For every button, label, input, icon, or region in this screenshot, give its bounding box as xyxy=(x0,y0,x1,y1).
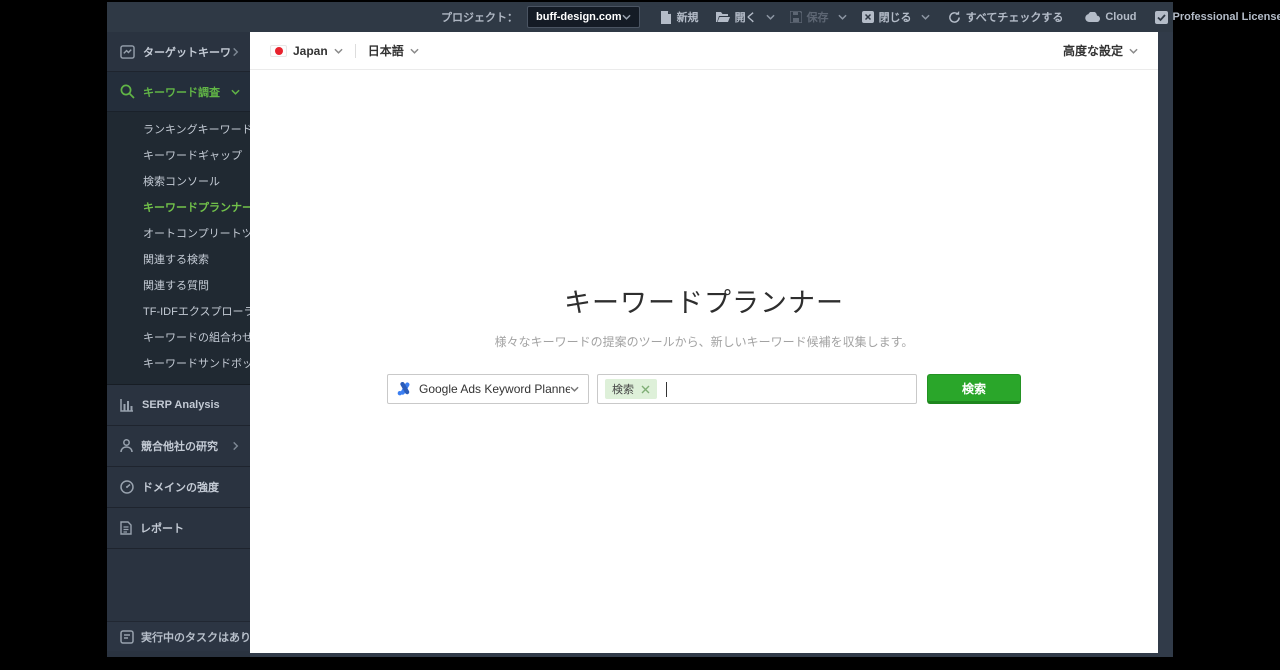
header-divider xyxy=(355,44,356,58)
page-subtitle: 様々なキーワードの提案のツールから、新しいキーワード候補を収集します。 xyxy=(250,333,1158,350)
project-select-value: buff-design.com xyxy=(536,11,622,23)
sidebar-subitem-autocomplete-tools[interactable]: オートコンプリートツール xyxy=(107,221,250,247)
sidebar-subitem-search-console[interactable]: 検索コンソール xyxy=(107,169,250,195)
chevron-down-icon xyxy=(410,48,419,54)
open-button[interactable]: 開く xyxy=(716,9,775,25)
sidebar-item-domain-strength[interactable]: ドメインの強度 xyxy=(107,467,250,508)
chevron-right-icon xyxy=(233,442,239,451)
close-button[interactable]: 閉じる xyxy=(862,9,930,25)
running-tasks-status[interactable]: 実行中のタスクはありません xyxy=(107,621,250,651)
main-content: Japan 日本語 高度な設定 キーワードプランナー 様々なキーワードの提案のツ… xyxy=(250,32,1158,653)
task-list-icon xyxy=(120,630,134,644)
language-select[interactable]: 日本語 xyxy=(368,42,419,59)
chevron-down-icon xyxy=(766,14,775,20)
search-button[interactable]: 検索 xyxy=(927,374,1021,404)
sidebar-item-reports[interactable]: レポート xyxy=(107,508,250,549)
tool-source-select[interactable]: Google Ads Keyword Planner xyxy=(387,374,589,404)
search-row: Google Ads Keyword Planner 検索 検索 xyxy=(250,374,1158,404)
chevron-down-icon xyxy=(231,89,240,95)
chevron-down-icon xyxy=(1129,48,1138,54)
chevron-down-icon xyxy=(921,14,930,20)
sidebar-item-keyword-research[interactable]: キーワード調査 xyxy=(107,72,250,112)
sidebar-subitem-keyword-sandbox[interactable]: キーワードサンドボックス xyxy=(107,351,250,377)
license-badge[interactable]: Professional License xyxy=(1155,11,1280,24)
project-label: プロジェクト： xyxy=(441,9,518,25)
remove-tag-icon[interactable] xyxy=(641,385,650,394)
target-keywords-icon xyxy=(120,45,135,59)
save-icon xyxy=(790,11,802,23)
chevron-down-icon xyxy=(838,14,847,20)
page-title: キーワードプランナー xyxy=(250,281,1158,320)
report-icon xyxy=(120,521,132,535)
cloud-button[interactable]: Cloud xyxy=(1085,11,1136,23)
cloud-icon xyxy=(1085,12,1100,22)
refresh-icon xyxy=(948,11,961,24)
chevron-down-icon xyxy=(622,14,631,20)
app-window: プロジェクト： buff-design.com 新規 開く 保存 閉じる すべて xyxy=(107,2,1173,657)
checkbox-checked-icon xyxy=(1155,11,1168,24)
top-toolbar: プロジェクト： buff-design.com 新規 開く 保存 閉じる すべて xyxy=(107,2,1173,32)
keyword-research-submenu: ランキングキーワード キーワードギャップ 検索コンソール キーワードプランナー … xyxy=(107,112,250,385)
google-ads-icon xyxy=(397,382,412,396)
sidebar-subitem-related-questions[interactable]: 関連する質問 xyxy=(107,273,250,299)
keyword-input[interactable]: 検索 xyxy=(597,374,917,404)
chevron-down-icon xyxy=(570,386,579,392)
sidebar: ターゲットキーワード キーワード調査 ランキングキーワード キーワードギャップ … xyxy=(107,32,250,657)
text-cursor xyxy=(666,382,667,397)
keyword-tag: 検索 xyxy=(605,379,657,399)
new-button[interactable]: 新規 xyxy=(660,9,699,25)
open-folder-icon xyxy=(716,11,730,23)
check-all-button[interactable]: すべてチェックする xyxy=(948,9,1064,25)
search-icon xyxy=(120,84,135,99)
tool-source-value: Google Ads Keyword Planner xyxy=(419,382,570,396)
bar-chart-icon xyxy=(120,398,134,412)
content-header: Japan 日本語 高度な設定 xyxy=(250,32,1158,70)
advanced-settings-toggle[interactable]: 高度な設定 xyxy=(1063,42,1138,59)
sidebar-subitem-related-searches[interactable]: 関連する検索 xyxy=(107,247,250,273)
project-select[interactable]: buff-design.com xyxy=(527,6,640,28)
region-select[interactable]: Japan xyxy=(270,44,343,58)
sidebar-subitem-tfidf-explorer[interactable]: TF-IDFエクスプローラー xyxy=(107,299,250,325)
save-button[interactable]: 保存 xyxy=(790,9,847,25)
sidebar-subitem-keyword-planner[interactable]: キーワードプランナー xyxy=(107,195,250,221)
sidebar-subitem-keyword-combinations[interactable]: キーワードの組合わせ xyxy=(107,325,250,351)
sidebar-item-competitor-research[interactable]: 競合他社の研究 xyxy=(107,426,250,467)
sidebar-item-target-keywords[interactable]: ターゲットキーワード xyxy=(107,32,250,72)
hero-section: キーワードプランナー 様々なキーワードの提案のツールから、新しいキーワード候補を… xyxy=(250,281,1158,350)
chevron-down-icon xyxy=(334,48,343,54)
gauge-icon xyxy=(120,480,134,494)
new-file-icon xyxy=(660,11,672,24)
sidebar-item-serp-analysis[interactable]: SERP Analysis xyxy=(107,385,250,426)
japan-flag-icon xyxy=(270,45,287,57)
sidebar-subitem-keyword-gap[interactable]: キーワードギャップ xyxy=(107,143,250,169)
close-icon xyxy=(862,11,874,23)
person-icon xyxy=(120,439,133,453)
sidebar-subitem-ranking-keywords[interactable]: ランキングキーワード xyxy=(107,117,250,143)
chevron-right-icon xyxy=(233,47,239,56)
